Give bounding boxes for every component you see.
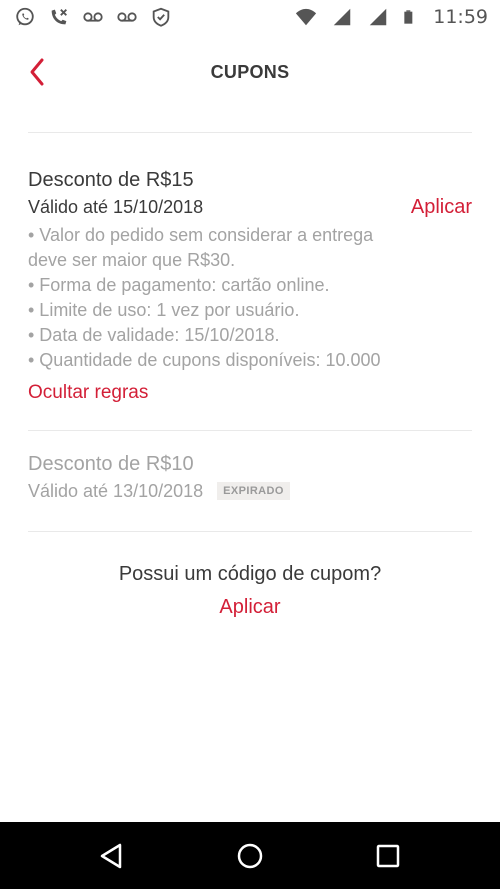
coupon-rule: • Forma de pagamento: cartão online. [28,275,330,295]
signal-icon [333,8,351,26]
coupon-rules: • Valor do pedido sem considerar a entre… [28,223,472,373]
expired-badge: EXPIRADO [217,482,290,500]
coupon-rule: • Data de validade: 15/10/2018. [28,325,280,345]
coupon-code-prompt: Possui um código de cupom? Aplicar [0,560,500,622]
coupon-code-question: Possui um código de cupom? [118,563,382,585]
expired-coupon-card: Desconto de R$10 Válido até 13/10/2018 EX… [28,451,472,505]
apply-code-button[interactable]: Aplicar [219,592,280,622]
coupon-divider [28,531,472,532]
app-header: CUPONS [0,36,500,108]
coupon-title: Desconto de R$10 [28,453,194,475]
coupon-rule: • Quantidade de cupons disponíveis: 10.0… [28,350,381,370]
coupon-valid-row: Válido até 15/10/2018 Aplicar [28,193,472,221]
back-triangle-icon[interactable] [94,838,130,874]
recents-square-icon[interactable] [370,838,406,874]
status-bar: 11:59 [0,0,500,36]
missed-call-icon [51,9,67,25]
apply-coupon-button[interactable]: Aplicar [411,193,472,221]
header-divider [28,132,472,133]
coupon-rule: • Limite de uso: 1 vez por usuário. [28,300,300,320]
battery-icon [404,10,413,24]
coupon-rule: deve ser maior que R$30. [28,250,236,270]
clock: 11:59 [433,6,488,28]
status-bar-system: 11:59 [295,6,488,28]
coupon-validity: Válido até 13/10/2018 [28,481,204,501]
voicemail-icon [83,12,103,22]
coupon-rule: • Valor do pedido sem considerar a entre… [28,225,374,245]
coupon-title: Desconto de R$15 [28,169,194,191]
coupon-valid-row: Válido até 13/10/2018 EXPIRADO [28,477,472,505]
whatsapp-icon [16,7,34,26]
status-bar-notifications [14,6,172,28]
page-title: CUPONS [210,62,290,82]
hide-rules-link[interactable]: Ocultar regras [28,379,148,407]
shield-check-icon [152,7,170,27]
voicemail-icon [117,12,137,22]
coupon-divider [28,430,472,431]
signal-icon [369,8,387,26]
coupon-validity: Válido até 15/10/2018 [28,197,204,217]
home-circle-icon[interactable] [232,838,268,874]
android-nav-bar [0,822,500,889]
coupon-card: Desconto de R$15 Válido até 15/10/2018 A… [28,167,472,407]
wifi-icon [296,8,317,26]
